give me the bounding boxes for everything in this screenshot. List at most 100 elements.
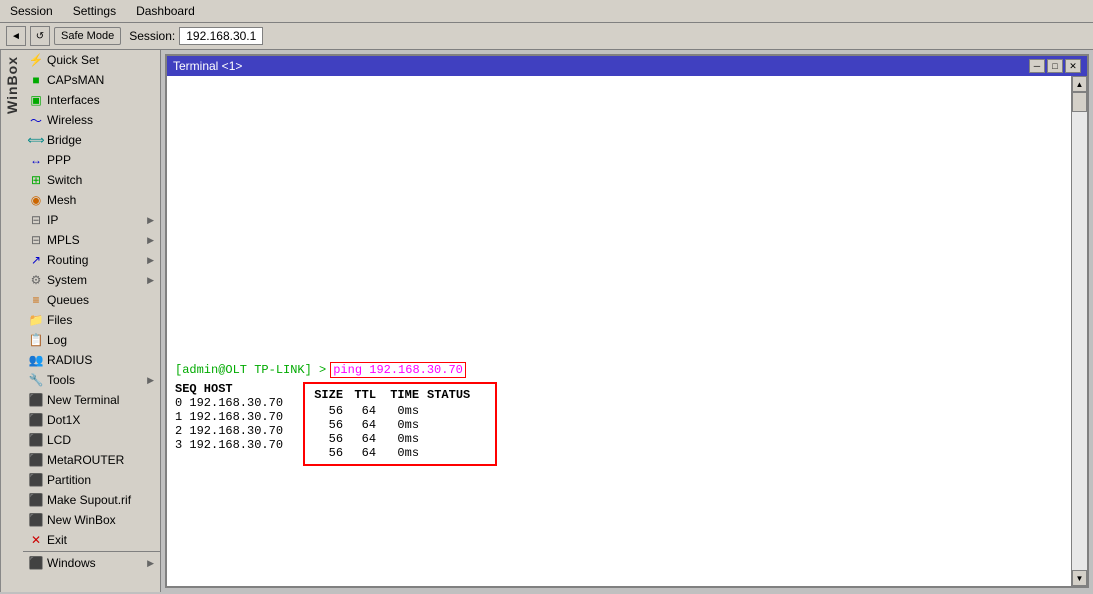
scrollbar-down-button[interactable]: ▼ bbox=[1072, 570, 1087, 586]
terminal-titlebar: Terminal <1> ─ □ ✕ bbox=[167, 56, 1087, 76]
session-ip: 192.168.30.1 bbox=[179, 27, 263, 45]
seq-table: SEQ HOST 0 192.168.30.70 1 192.168.30.70… bbox=[175, 382, 283, 452]
interfaces-icon: ▣ bbox=[29, 93, 43, 107]
sidebar-item-queues[interactable]: ≡Queues bbox=[23, 290, 160, 310]
lcd-label: LCD bbox=[47, 433, 71, 447]
lcd-icon: ⬛ bbox=[29, 433, 43, 447]
safemode-button[interactable]: Safe Mode bbox=[54, 27, 121, 45]
terminal-maximize-button[interactable]: □ bbox=[1047, 59, 1063, 73]
sidebar-item-files[interactable]: 📁Files bbox=[23, 310, 160, 330]
sidebar-item-interfaces[interactable]: ▣ Interfaces bbox=[23, 90, 160, 110]
sidebar-divider bbox=[23, 551, 160, 552]
sidebar-item-routing[interactable]: ↗Routing▶ bbox=[23, 250, 160, 270]
stats-row-0: 56 64 0ms bbox=[313, 404, 487, 418]
capsman-label: CAPsMAN bbox=[47, 73, 104, 87]
seq-row-3: 3 192.168.30.70 bbox=[175, 438, 283, 452]
stats-row-1-time: 0ms bbox=[384, 418, 419, 432]
quick-set-label: Quick Set bbox=[47, 53, 99, 67]
refresh-button[interactable]: ↺ bbox=[30, 26, 50, 46]
sidebar-item-windows[interactable]: ⬛ Windows ▶ bbox=[23, 553, 160, 573]
sidebar-windows-label: Windows bbox=[47, 556, 96, 570]
windows-arrow: ▶ bbox=[147, 558, 154, 569]
sidebar-item-tools[interactable]: 🔧Tools▶ bbox=[23, 370, 160, 390]
stats-row-2-ttl: 64 bbox=[351, 432, 376, 446]
sidebar-item-new-terminal[interactable]: ⬛ New Terminal bbox=[23, 390, 160, 410]
new-terminal-icon: ⬛ bbox=[29, 393, 43, 407]
wireless-label: Wireless bbox=[47, 113, 93, 127]
ppp-icon: ↔ bbox=[29, 153, 43, 167]
prompt-text: [admin@OLT TP-LINK] > bbox=[175, 363, 326, 377]
scrollbar-thumb[interactable] bbox=[1072, 92, 1087, 112]
exit-label: Exit bbox=[47, 533, 67, 547]
sidebar-item-radius[interactable]: 👥RADIUS bbox=[23, 350, 160, 370]
sidebar-item-quick-set[interactable]: ⚡Quick Set bbox=[23, 50, 160, 70]
ping-stats-table: SIZE TTL TIME STATUS 56 64 0ms 56 64 0ms… bbox=[303, 382, 497, 466]
main-layout: WinBox ⚡Quick Set■CAPsMAN▣Interfaces〜Wir… bbox=[0, 50, 1093, 592]
terminal-window: Terminal <1> ─ □ ✕ [admin@OLT TP-LINK] >… bbox=[165, 54, 1089, 588]
session-label: Session: bbox=[129, 29, 175, 43]
bridge-icon: ⟺ bbox=[29, 133, 43, 147]
terminal-minimize-button[interactable]: ─ bbox=[1029, 59, 1045, 73]
stats-row-2-time: 0ms bbox=[384, 432, 419, 446]
sidebar-item-metarouter[interactable]: ⬛MetaROUTER bbox=[23, 450, 160, 470]
sidebar-item-wireless[interactable]: 〜Wireless bbox=[23, 110, 160, 130]
switch-icon: ⊞ bbox=[29, 173, 43, 187]
stats-row-0-ttl: 64 bbox=[351, 404, 376, 418]
stats-row-2-status bbox=[427, 432, 487, 446]
seq-row-1: 1 192.168.30.70 bbox=[175, 410, 283, 424]
terminal-close-button[interactable]: ✕ bbox=[1065, 59, 1081, 73]
terminal-title: Terminal <1> bbox=[173, 59, 242, 73]
sidebar-item-make-supout[interactable]: ⬛Make Supout.rif bbox=[23, 490, 160, 510]
dot1x-label: Dot1X bbox=[47, 413, 80, 427]
sidebar-item-system[interactable]: ⚙System▶ bbox=[23, 270, 160, 290]
metarouter-label: MetaROUTER bbox=[47, 453, 124, 467]
sidebar-item-bridge[interactable]: ⟺Bridge bbox=[23, 130, 160, 150]
stats-time-header: TIME bbox=[384, 388, 419, 402]
menubar: Session Settings Dashboard bbox=[0, 0, 1093, 23]
back-button[interactable]: ◄ bbox=[6, 26, 26, 46]
menu-dashboard[interactable]: Dashboard bbox=[130, 2, 201, 20]
tools-icon: 🔧 bbox=[29, 373, 43, 387]
stats-size-header: SIZE bbox=[313, 388, 343, 402]
stats-row-1-status bbox=[427, 418, 487, 432]
stats-row-3-ttl: 64 bbox=[351, 446, 376, 460]
sidebar-item-ip[interactable]: ⊟IP▶ bbox=[23, 210, 160, 230]
terminal-content[interactable]: [admin@OLT TP-LINK] > ping 192.168.30.70… bbox=[167, 76, 1071, 586]
make-supout-label: Make Supout.rif bbox=[47, 493, 131, 507]
mpls-icon: ⊟ bbox=[29, 233, 43, 247]
scrollbar-up-button[interactable]: ▲ bbox=[1072, 76, 1087, 92]
system-label: System bbox=[47, 273, 87, 287]
stats-status-header: STATUS bbox=[427, 388, 487, 402]
sidebar-outer: WinBox ⚡Quick Set■CAPsMAN▣Interfaces〜Wir… bbox=[0, 50, 161, 592]
prompt-line: [admin@OLT TP-LINK] > ping 192.168.30.70 bbox=[175, 362, 1063, 378]
radius-icon: 👥 bbox=[29, 353, 43, 367]
new-terminal-label: New Terminal bbox=[47, 393, 119, 407]
sidebar-item-ppp[interactable]: ↔ PPP bbox=[23, 150, 160, 170]
sidebar-item-switch[interactable]: ⊞Switch bbox=[23, 170, 160, 190]
sidebar-item-exit[interactable]: ✕Exit bbox=[23, 530, 160, 550]
sidebar-item-mpls[interactable]: ⊟MPLS▶ bbox=[23, 230, 160, 250]
ping-results: SEQ HOST 0 192.168.30.70 1 192.168.30.70… bbox=[175, 382, 1063, 466]
sidebar-item-new-winbox[interactable]: ⬛New WinBox bbox=[23, 510, 160, 530]
sidebar-item-capsman[interactable]: ■CAPsMAN bbox=[23, 70, 160, 90]
sidebar-item-partition[interactable]: ⬛Partition bbox=[23, 470, 160, 490]
stats-row-0-status bbox=[427, 404, 487, 418]
stats-row-2-size: 56 bbox=[313, 432, 343, 446]
sidebar-item-log[interactable]: 📋Log bbox=[23, 330, 160, 350]
sidebar-item-dot1x[interactable]: ⬛Dot1X bbox=[23, 410, 160, 430]
seq-row-2: 2 192.168.30.70 bbox=[175, 424, 283, 438]
sidebar-item-mesh[interactable]: ◉Mesh bbox=[23, 190, 160, 210]
routing-label: Routing bbox=[47, 253, 88, 267]
interfaces-label: Interfaces bbox=[47, 93, 100, 107]
stats-row-2: 56 64 0ms bbox=[313, 432, 487, 446]
ppp-label: PPP bbox=[47, 153, 71, 167]
menu-session[interactable]: Session bbox=[4, 2, 59, 20]
ip-icon: ⊟ bbox=[29, 213, 43, 227]
seq-row-0: 0 192.168.30.70 bbox=[175, 396, 283, 410]
terminal-titlebar-buttons: ─ □ ✕ bbox=[1029, 59, 1081, 73]
log-icon: 📋 bbox=[29, 333, 43, 347]
menu-settings[interactable]: Settings bbox=[67, 2, 122, 20]
system-arrow: ▶ bbox=[147, 275, 154, 286]
files-label: Files bbox=[47, 313, 72, 327]
sidebar-item-lcd[interactable]: ⬛ LCD bbox=[23, 430, 160, 450]
